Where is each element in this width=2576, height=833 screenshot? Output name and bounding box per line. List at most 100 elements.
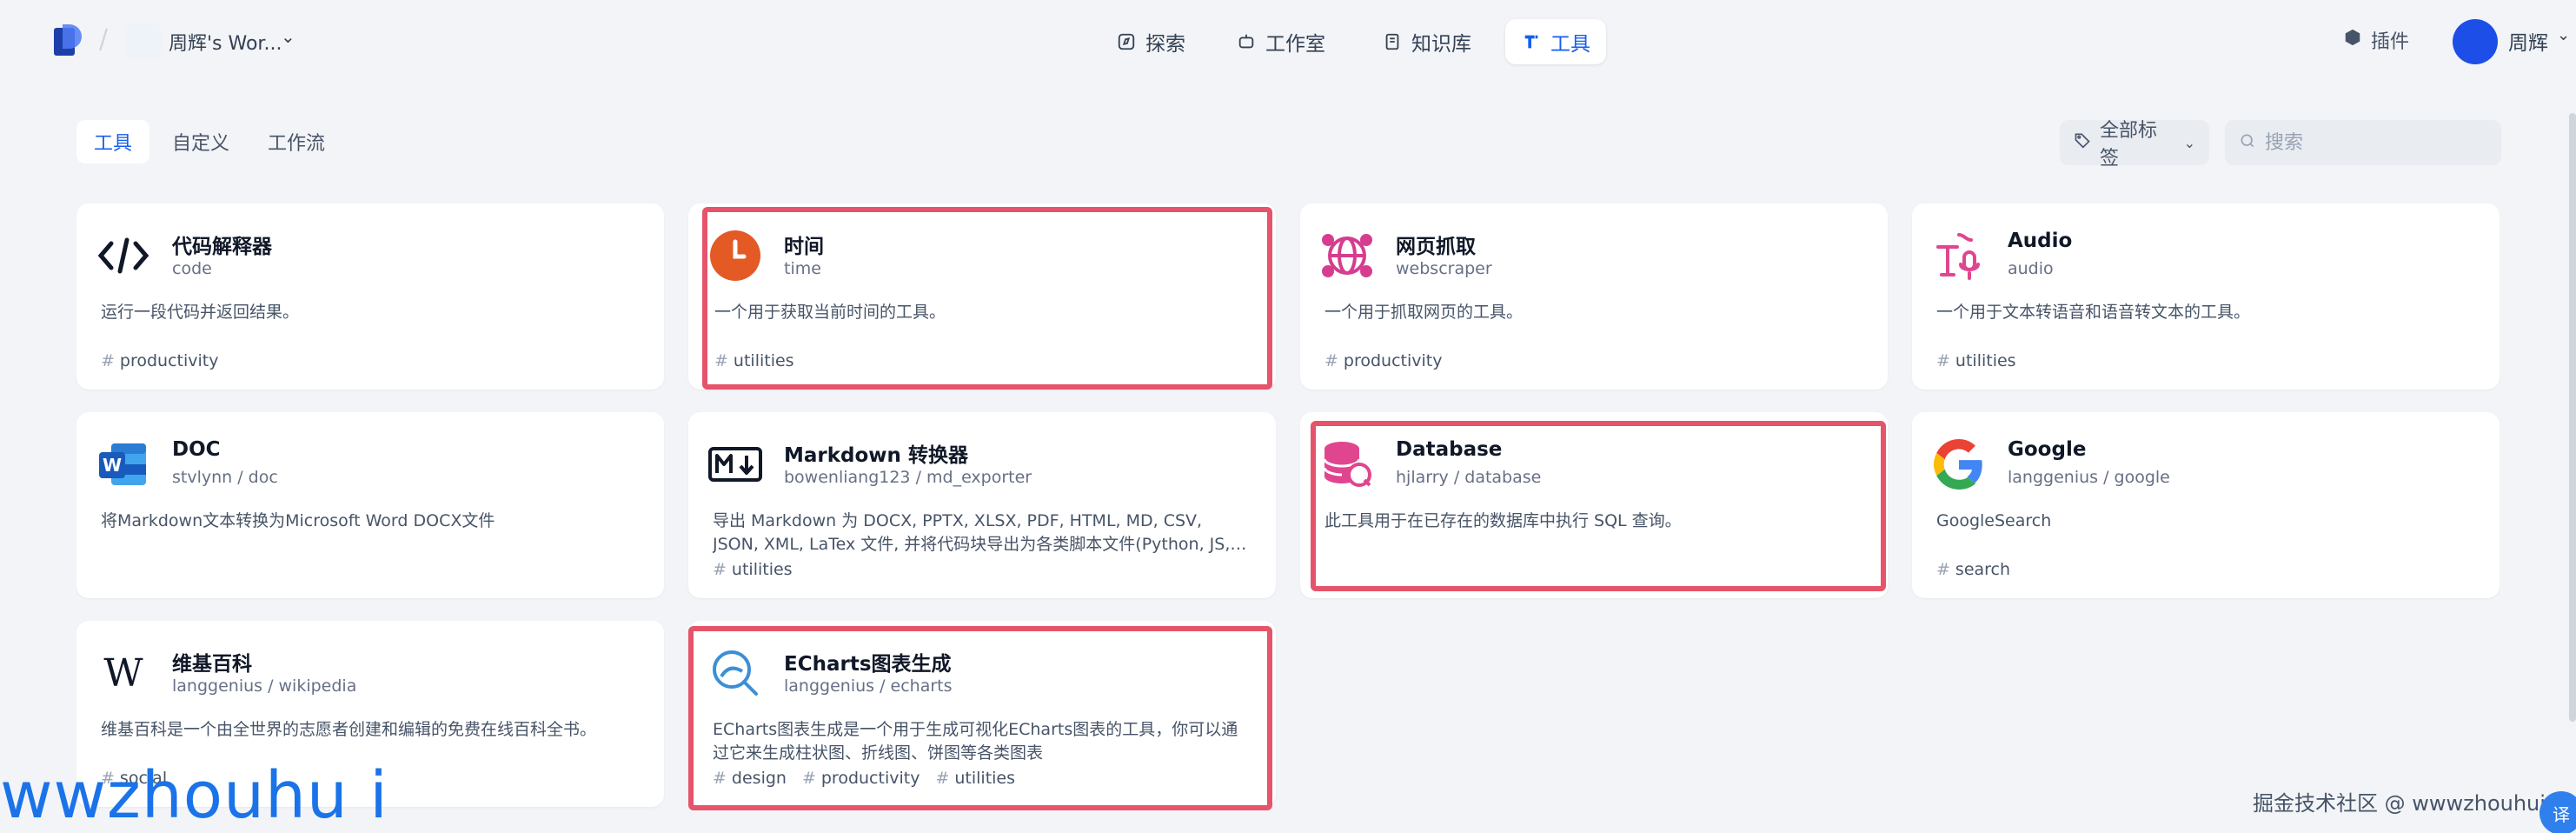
app-logo[interactable] — [54, 24, 83, 59]
tool-card-doc[interactable]: W DOC stvlynn / doc 将Markdown文本转换为Micros… — [76, 412, 664, 598]
chevron-down-icon: ⌄ — [2183, 134, 2195, 151]
search-icon — [2239, 132, 2256, 153]
tool-card-database[interactable]: Database hjlarry / database 此工具用于在已存在的数据… — [1300, 412, 1888, 598]
cube-icon — [2343, 28, 2362, 52]
breadcrumb-separator: / — [99, 24, 109, 55]
tag: # productivity — [1325, 351, 1443, 370]
tool-card-code[interactable]: 代码解释器 code 运行一段代码并返回结果。 # productivity — [76, 203, 664, 390]
tools-icon — [1521, 31, 1542, 52]
tool-name: 时间 — [784, 236, 824, 258]
tool-name: Database — [1396, 438, 1503, 461]
nav-knowledge[interactable]: 知识库 — [1366, 19, 1487, 64]
tool-card-google[interactable]: Google langgenius / google GoogleSearch … — [1912, 412, 2500, 598]
markdown-icon — [707, 436, 763, 492]
tool-description: ECharts图表生成是一个用于生成可视化ECharts图表的工具，你可以通过它… — [713, 720, 1238, 763]
tool-name: Google — [2008, 438, 2087, 461]
tool-description: GoogleSearch — [1936, 511, 2052, 530]
watermark-left: wwzhouhu i — [0, 758, 388, 833]
tool-id: stvlynn / doc — [172, 468, 278, 487]
book-icon — [1382, 31, 1403, 52]
tool-card-audio[interactable]: Audio audio 一个用于文本转语音和语音转文本的工具。 # utiliti… — [1912, 203, 2500, 390]
tool-card-echarts[interactable]: ECharts图表生成 langgenius / echarts ECharts… — [688, 621, 1276, 807]
plugin-label: 插件 — [2371, 31, 2410, 53]
tag-list: # utilities — [714, 351, 794, 370]
nav-tools[interactable]: 工具 — [1505, 19, 1606, 64]
tag-filter-dropdown[interactable]: 全部标签 ⌄ — [2060, 120, 2209, 170]
database-icon — [1319, 436, 1375, 492]
tag-list: # productivity — [1325, 351, 1443, 370]
tag: # utilities — [714, 351, 794, 370]
globe-icon — [1319, 228, 1375, 283]
tool-card-webscraper[interactable]: 网页抓取 webscraper 一个用于抓取网页的工具。 # productivi… — [1300, 203, 1888, 390]
scrollbar[interactable] — [2569, 113, 2576, 722]
tool-name: DOC — [172, 438, 221, 461]
search-box[interactable] — [2225, 120, 2501, 165]
translate-button[interactable]: 译 — [2539, 791, 2576, 833]
tag-filter-label: 全部标签 — [2100, 120, 2158, 170]
nav-label: 探索 — [1145, 33, 1185, 56]
echarts-icon — [707, 645, 763, 701]
tool-description: 运行一段代码并返回结果。 — [101, 303, 300, 322]
nav-studio[interactable]: 工作室 — [1220, 19, 1341, 64]
tool-id: webscraper — [1396, 259, 1492, 278]
tab-custom[interactable]: 自定义 — [155, 120, 247, 163]
tool-name: Audio — [2008, 230, 2073, 252]
tag-list: # productivity — [101, 351, 219, 370]
tab-workflow[interactable]: 工作流 — [250, 120, 342, 163]
plugin-button[interactable]: 插件 — [2343, 26, 2409, 54]
tag: # utilities — [935, 769, 1016, 788]
workspace-avatar[interactable] — [126, 24, 161, 59]
tool-name: 网页抓取 — [1396, 236, 1476, 258]
avatar[interactable] — [2453, 19, 2498, 64]
compass-icon — [1116, 31, 1137, 52]
wikipedia-icon: W — [103, 650, 143, 696]
nav-explore[interactable]: 探索 — [1100, 19, 1201, 64]
tool-description: 一个用于抓取网页的工具。 — [1325, 303, 1524, 322]
google-icon — [1931, 436, 1987, 492]
clock-icon — [707, 228, 763, 283]
tag: # productivity — [101, 351, 219, 370]
tool-card-markdown-exporter[interactable]: Markdown 转换器 bowenliang123 / md_exporter… — [688, 412, 1276, 598]
tab-label: 工具 — [94, 133, 133, 155]
tool-description: 一个用于文本转语音和语音转文本的工具。 — [1936, 303, 2251, 322]
tab-label: 工作流 — [268, 133, 326, 155]
tool-description: 一个用于获取当前时间的工具。 — [714, 303, 946, 322]
tag-list: # utilities — [713, 560, 793, 579]
tag: # productivity — [801, 769, 920, 788]
nav-label: 知识库 — [1411, 33, 1471, 56]
workspace-name[interactable]: 周辉's Wor... — [169, 28, 282, 56]
tool-id: hjlarry / database — [1396, 468, 1542, 487]
tool-name: Markdown 转换器 — [784, 444, 968, 467]
tool-id: langgenius / wikipedia — [172, 676, 357, 696]
search-input[interactable] — [2265, 131, 2482, 154]
tab-builtin[interactable]: 工具 — [76, 120, 150, 163]
tool-id: langgenius / echarts — [784, 676, 953, 696]
tool-id: langgenius / google — [2008, 468, 2170, 487]
chevron-down-icon[interactable]: ⌄ — [2557, 26, 2570, 44]
word-icon: W — [96, 436, 151, 492]
tool-id: time — [784, 259, 821, 278]
tool-description: 将Markdown文本转换为Microsoft Word DOCX文件 — [101, 511, 495, 530]
tag: # utilities — [713, 560, 793, 579]
top-navigation: / 周辉's Wor... ⌄ 探索 工作室 知识库 工具 插件 周辉 ⌄ — [0, 0, 2576, 83]
audio-icon — [1931, 228, 1987, 283]
tag: # design — [713, 769, 787, 788]
tool-id: audio — [2008, 259, 2054, 278]
tool-description: 此工具用于在已存在的数据库中执行 SQL 查询。 — [1325, 511, 1682, 530]
watermark-right: 掘金技术社区 @ wwwzhouhui — [2253, 791, 2546, 816]
tool-id: bowenliang123 / md_exporter — [784, 468, 1032, 487]
user-name[interactable]: 周辉 — [2508, 26, 2548, 56]
tool-description: 维基百科是一个由全世界的志愿者创建和编辑的免费在线百科全书。 — [101, 720, 597, 739]
tool-name: 代码解释器 — [172, 236, 272, 258]
tag: # utilities — [1936, 351, 2016, 370]
tag-list: # utilities — [1936, 351, 2016, 370]
tool-description: 导出 Markdown 为 DOCX, PPTX, XLSX, PDF, HTM… — [713, 511, 1231, 554]
tag: # search — [1936, 560, 2011, 579]
tab-label: 自定义 — [172, 133, 230, 155]
chevron-down-icon[interactable]: ⌄ — [281, 26, 295, 47]
svg-text:W: W — [103, 455, 122, 476]
robot-icon — [1236, 31, 1257, 52]
tool-card-time[interactable]: 时间 time 一个用于获取当前时间的工具。 # utilities — [688, 203, 1276, 390]
tag-icon — [2074, 131, 2091, 154]
tool-name: ECharts图表生成 — [784, 653, 952, 676]
